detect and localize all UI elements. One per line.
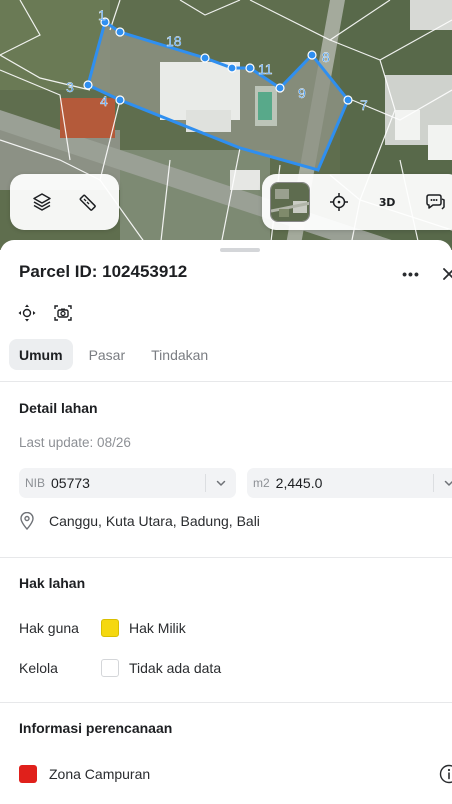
three-d-label: 3D	[378, 195, 396, 209]
sheet-tabs: Umum Pasar Tindakan	[9, 339, 218, 370]
layers-button[interactable]	[23, 183, 61, 221]
last-update-text: Last update: 08/26	[19, 435, 131, 450]
screenshot-button[interactable]	[53, 303, 73, 323]
tab-umum[interactable]: Umum	[9, 339, 73, 370]
tab-tindakan[interactable]: Tindakan	[141, 339, 218, 370]
nib-value: 05773	[51, 475, 90, 491]
measure-button[interactable]	[68, 183, 106, 221]
close-icon	[443, 268, 452, 280]
zone-row: Zona Campuran	[19, 764, 150, 784]
tab-pasar[interactable]: Pasar	[79, 339, 136, 370]
crosshair-icon	[330, 193, 348, 211]
nib-dropdown-button[interactable]	[206, 468, 236, 498]
area-prefix: m2	[253, 476, 270, 490]
layers-icon	[33, 193, 51, 211]
location-pin-icon	[20, 512, 34, 530]
hak-guna-label: Hak guna	[19, 620, 79, 636]
planning-section-title: Informasi perencanaan	[19, 720, 173, 736]
detail-section-title: Detail lahan	[19, 400, 98, 416]
satellite-thumbnail-icon	[271, 183, 309, 221]
vertex-label-4: 4	[100, 93, 108, 109]
more-options-button[interactable]: •••	[401, 264, 421, 284]
camera-icon	[54, 305, 72, 321]
vertex-label-18: 18	[166, 33, 182, 49]
map-view-panel: 3D	[262, 174, 452, 230]
focus-parcel-button[interactable]	[17, 303, 37, 323]
address-text: Canggu, Kuta Utara, Badung, Bali	[49, 513, 260, 529]
rights-section-title: Hak lahan	[19, 575, 86, 591]
hak-guna-swatch	[101, 619, 119, 637]
kelola-label: Kelola	[19, 660, 58, 676]
info-icon	[439, 764, 452, 784]
feedback-button[interactable]	[416, 183, 452, 221]
divider	[0, 557, 452, 558]
hak-guna-row: Hak guna Hak Milik	[19, 618, 186, 638]
vertex-label-9: 9	[298, 85, 306, 101]
divider	[0, 381, 452, 382]
close-button[interactable]	[439, 264, 452, 284]
divider	[0, 702, 452, 703]
zone-info-button[interactable]	[439, 764, 452, 784]
nib-prefix: NIB	[25, 476, 46, 490]
hak-guna-value: Hak Milik	[129, 620, 186, 636]
map-tools-panel	[10, 174, 119, 230]
vertex-label-1: 1	[98, 7, 106, 23]
focus-parcel-icon	[18, 304, 36, 322]
map-view[interactable]: 1 18 11 8 9 7 3 4 3D	[0, 0, 452, 250]
zone-swatch	[19, 765, 37, 783]
vertex-label-7: 7	[360, 97, 368, 113]
vertex-label-11: 11	[258, 61, 273, 77]
parcel-title: Parcel ID: 102453912	[19, 262, 188, 281]
three-d-button[interactable]: 3D	[368, 183, 406, 221]
vertex-label-8: 8	[322, 49, 330, 65]
parcel-detail-sheet: Parcel ID: 102453912 ••• Umum Pasar Tind…	[0, 240, 452, 804]
ruler-icon	[79, 194, 96, 211]
kelola-value: Tidak ada data	[129, 660, 222, 676]
sheet-header: Parcel ID: 102453912 •••	[19, 262, 452, 286]
nib-field[interactable]: NIB 05773	[19, 468, 236, 498]
vertex-label-3: 3	[66, 79, 74, 95]
locate-button[interactable]	[320, 183, 358, 221]
kelola-row: Kelola Tidak ada data	[19, 658, 221, 678]
address-row: Canggu, Kuta Utara, Badung, Bali	[19, 512, 260, 530]
area-dropdown-button[interactable]	[434, 468, 452, 498]
kelola-swatch	[101, 659, 119, 677]
satellite-toggle[interactable]	[270, 182, 310, 222]
sheet-grabber[interactable]	[220, 248, 260, 252]
chevron-down-icon	[216, 480, 226, 486]
chevron-down-icon	[444, 480, 452, 486]
area-value: 2,445.0	[275, 475, 323, 491]
area-field[interactable]: m2 2,445.0	[247, 468, 452, 498]
zone-value: Zona Campuran	[49, 766, 151, 782]
parcel-tools	[17, 303, 73, 323]
feedback-icon	[426, 194, 445, 210]
